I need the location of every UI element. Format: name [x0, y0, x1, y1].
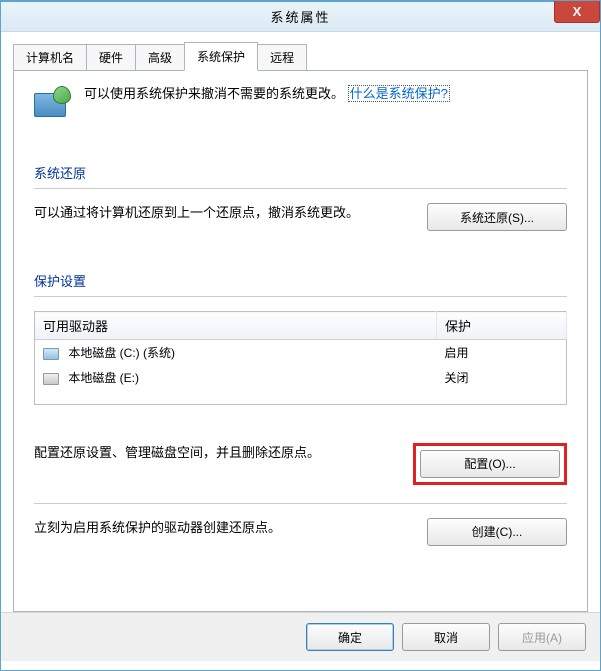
system-restore-button[interactable]: 系统还原(S)... — [427, 203, 567, 231]
drive-status: 关闭 — [437, 365, 567, 390]
drive-status: 启用 — [437, 340, 567, 366]
tab-strip: 计算机名 硬件 高级 系统保护 远程 — [13, 44, 588, 71]
col-drive[interactable]: 可用驱动器 — [35, 312, 437, 340]
create-row: 立刻为启用系统保护的驱动器创建还原点。 创建(C)... — [34, 518, 567, 546]
restore-row: 可以通过将计算机还原到上一个还原点，撤消系统更改。 系统还原(S)... — [34, 203, 567, 231]
table-row[interactable]: 本地磁盘 (E:) 关闭 — [35, 365, 567, 390]
highlight-box: 配置(O)... — [413, 443, 567, 485]
drive-icon — [43, 373, 59, 385]
divider — [34, 188, 567, 189]
col-status[interactable]: 保护 — [437, 312, 567, 340]
table-row[interactable]: 本地磁盘 (C:) (系统) 启用 — [35, 340, 567, 366]
create-description: 立刻为启用系统保护的驱动器创建还原点。 — [34, 518, 413, 539]
section-protection-settings-header: 保护设置 — [34, 271, 567, 290]
intro-row: 可以使用系统保护来撤消不需要的系统更改。 什么是系统保护? — [34, 85, 567, 123]
ok-button[interactable]: 确定 — [306, 623, 394, 651]
drive-icon — [43, 348, 59, 360]
drives-table: 可用驱动器 保护 本地磁盘 (C:) (系统) 启用 — [34, 311, 567, 405]
close-button[interactable]: X — [554, 1, 600, 23]
tab-remote[interactable]: 远程 — [257, 44, 307, 71]
config-description: 配置还原设置、管理磁盘空间，并且删除还原点。 — [34, 443, 399, 464]
divider — [34, 296, 567, 297]
tab-computer-name[interactable]: 计算机名 — [13, 44, 87, 71]
tab-hardware[interactable]: 硬件 — [86, 44, 136, 71]
tab-area: 计算机名 硬件 高级 系统保护 远程 可以使用系统保护来撤消不需要的系统更改。 … — [1, 32, 600, 612]
what-is-system-protection-link[interactable]: 什么是系统保护? — [348, 85, 450, 102]
tab-advanced[interactable]: 高级 — [135, 44, 185, 71]
system-protection-icon — [34, 85, 72, 123]
section-system-restore-header: 系统还原 — [34, 163, 567, 182]
close-icon: X — [573, 4, 582, 19]
create-button[interactable]: 创建(C)... — [427, 518, 567, 546]
intro-text: 可以使用系统保护来撤消不需要的系统更改。 什么是系统保护? — [84, 85, 450, 103]
restore-description: 可以通过将计算机还原到上一个还原点，撤消系统更改。 — [34, 203, 413, 224]
apply-button[interactable]: 应用(A) — [498, 623, 586, 651]
drive-name: 本地磁盘 (E:) — [68, 371, 139, 385]
window-title: 系统属性 — [270, 7, 330, 26]
divider — [34, 503, 567, 504]
system-properties-window: 系统属性 X 计算机名 硬件 高级 系统保护 远程 可以使用系统保护来撤消不需要… — [0, 0, 601, 671]
tab-content: 可以使用系统保护来撤消不需要的系统更改。 什么是系统保护? 系统还原 可以通过将… — [13, 70, 588, 612]
dialog-button-bar: 确定 取消 应用(A) — [1, 612, 600, 661]
drive-name: 本地磁盘 (C:) (系统) — [68, 346, 175, 360]
configure-button[interactable]: 配置(O)... — [420, 450, 560, 478]
cancel-button[interactable]: 取消 — [402, 623, 490, 651]
titlebar: 系统属性 X — [1, 2, 600, 32]
tab-system-protection[interactable]: 系统保护 — [184, 42, 258, 71]
config-row: 配置还原设置、管理磁盘空间，并且删除还原点。 配置(O)... — [34, 443, 567, 485]
